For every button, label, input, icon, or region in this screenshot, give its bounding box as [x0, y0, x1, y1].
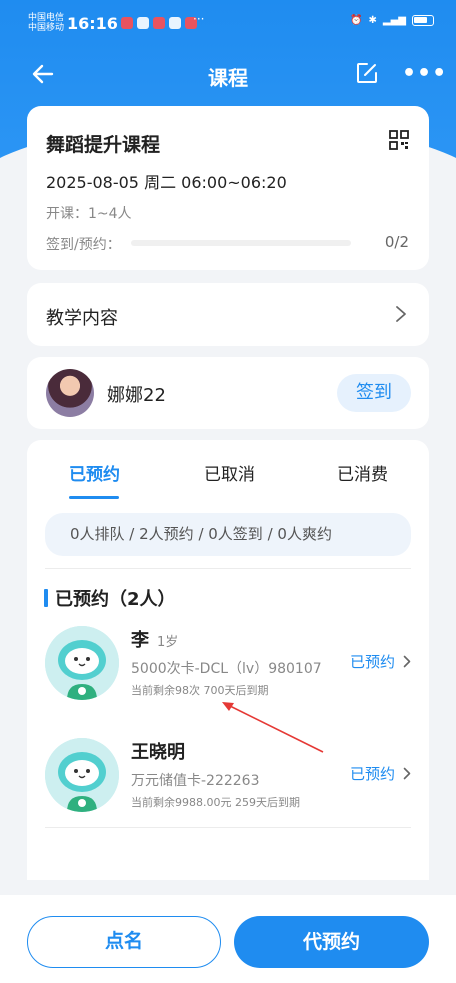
member-name-text: 王晓明: [131, 742, 185, 763]
battery-icon: [412, 15, 434, 26]
course-datetime: 2025-08-05 周二 06:00~06:20: [46, 173, 287, 192]
course-capacity: 开课：1~4人: [46, 206, 132, 222]
coach-row: 娜娜22 签到: [27, 357, 429, 429]
signal-icon: ▂▄▆: [382, 15, 406, 26]
member-status[interactable]: 已预约: [350, 651, 411, 672]
active-tab-indicator: [69, 496, 119, 499]
member-remaining: 当前剩余98次 700天后到期: [131, 684, 269, 697]
status-bar: 中国电信 中国移动 16:16 ··· ⏰ ✱ ▂▄▆: [0, 0, 456, 44]
nav-bar: 课程 •••: [0, 55, 456, 95]
section-title: 已预约（2人）: [44, 585, 176, 611]
app-notification-icon: [169, 17, 181, 29]
chevron-right-icon: [403, 655, 411, 668]
section-title-text: 已预约（2人）: [55, 589, 176, 610]
member-avatar: [45, 626, 119, 700]
tab-cancelled[interactable]: 已取消: [204, 460, 255, 485]
bluetooth-icon: ✱: [368, 15, 377, 26]
divider: [45, 568, 411, 569]
member-avatar: [45, 738, 119, 812]
more-notifications-icon: ···: [193, 12, 205, 26]
booking-tabs: 已预约 已取消 已消费: [27, 460, 429, 506]
member-age: 1岁: [157, 635, 179, 650]
member-status-text: 已预约: [349, 765, 395, 783]
course-title: 舞蹈提升课程: [46, 134, 161, 156]
qr-code-icon[interactable]: [389, 130, 409, 150]
tab-consumed[interactable]: 已消费: [337, 460, 388, 485]
tab-booked[interactable]: 已预约: [69, 460, 120, 485]
section-accent-bar: [44, 589, 48, 607]
member-row[interactable]: 李 1岁 5000次卡-DCL（lv）980107 当前剩余98次 700天后到期…: [45, 626, 411, 712]
teaching-content-label: 教学内容: [46, 308, 118, 329]
member-status-text: 已预约: [349, 653, 395, 671]
system-icons: ⏰ ✱ ▂▄▆: [350, 15, 434, 26]
coach-name: 娜娜22: [107, 385, 166, 406]
roll-call-button[interactable]: 点名: [27, 916, 221, 968]
signin-count: 0/2: [384, 233, 409, 251]
carrier-1: 中国电信: [28, 13, 65, 23]
signin-progress-bar: [131, 240, 351, 246]
coach-avatar: [46, 369, 94, 417]
booking-summary: 0人排队 / 2人预约 / 0人签到 / 0人爽约: [45, 513, 411, 556]
member-name: 李 1岁: [131, 626, 178, 652]
member-card-info: 5000次卡-DCL（lv）980107: [131, 661, 322, 677]
member-card-info: 万元储值卡-222263: [131, 773, 260, 789]
app-notification-icon: [137, 17, 149, 29]
app-notification-icon: [121, 17, 133, 29]
notification-icons: [121, 17, 197, 29]
member-remaining: 当前剩余9988.00元 259天后到期: [131, 796, 300, 809]
carrier-2: 中国移动: [28, 23, 65, 33]
mascot-avatar-icon: [45, 738, 119, 812]
member-name-text: 李: [131, 630, 149, 651]
bottom-action-bar: 点名 代预约: [0, 895, 456, 983]
book-for-member-button[interactable]: 代预约: [234, 916, 429, 968]
chevron-right-icon: [403, 767, 411, 780]
alarm-icon: ⏰: [350, 15, 363, 26]
chevron-right-icon: [396, 306, 406, 322]
divider: [45, 827, 411, 828]
booking-list-card: 已预约 已取消 已消费 0人排队 / 2人预约 / 0人签到 / 0人爽约 已预…: [27, 440, 429, 880]
page-title: 课程: [208, 66, 248, 90]
app-notification-icon: [153, 17, 165, 29]
teaching-content-row[interactable]: 教学内容: [27, 283, 429, 346]
member-name: 王晓明: [131, 738, 185, 764]
signin-label: 签到/预约：: [46, 237, 121, 253]
more-options-icon[interactable]: •••: [402, 61, 447, 86]
status-time: 16:16: [67, 14, 118, 33]
coach-sign-in-button[interactable]: 签到: [337, 374, 411, 412]
member-status[interactable]: 已预约: [350, 763, 411, 784]
member-row[interactable]: 王晓明 万元储值卡-222263 当前剩余9988.00元 259天后到期 已预…: [45, 738, 411, 824]
carrier-labels: 中国电信 中国移动: [28, 13, 64, 33]
edit-icon[interactable]: [355, 61, 379, 85]
mascot-avatar-icon: [45, 626, 119, 700]
course-info-card: 舞蹈提升课程 2025-08-05 周二 06:00~06:20 开课：1~4人…: [27, 106, 429, 270]
